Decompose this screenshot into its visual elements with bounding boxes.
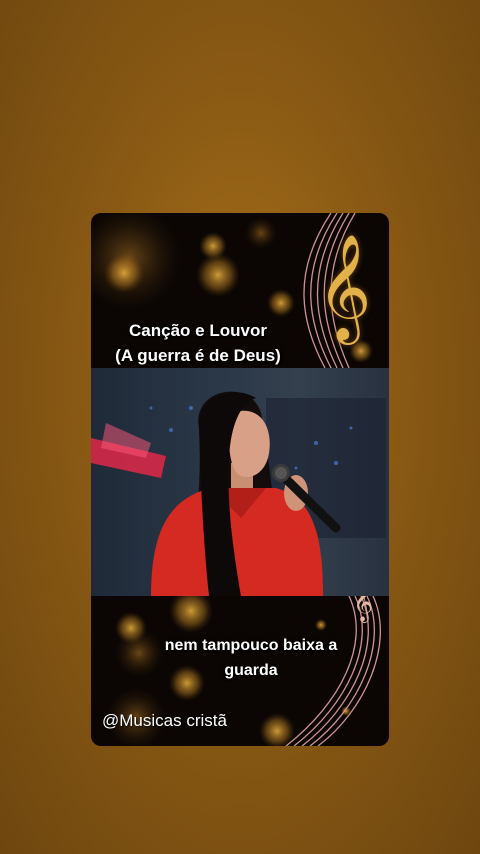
channel-handle: @Musicas cristã [102, 711, 227, 730]
lyric-line2: guarda [224, 662, 278, 679]
song-title-line2: (A guerra é de Deus) [115, 346, 281, 365]
video-card[interactable]: 𝄞 𝄞 Canção e Louvor (A guerra é de Deus)… [91, 213, 389, 746]
lyric-line1: nem tampouco baixa a [164, 637, 338, 654]
song-title-line1: Canção e Louvor [129, 321, 267, 340]
video-frame[interactable] [91, 368, 389, 596]
singer-image [91, 391, 386, 596]
treble-clef-icon: 𝄞 [317, 233, 372, 340]
